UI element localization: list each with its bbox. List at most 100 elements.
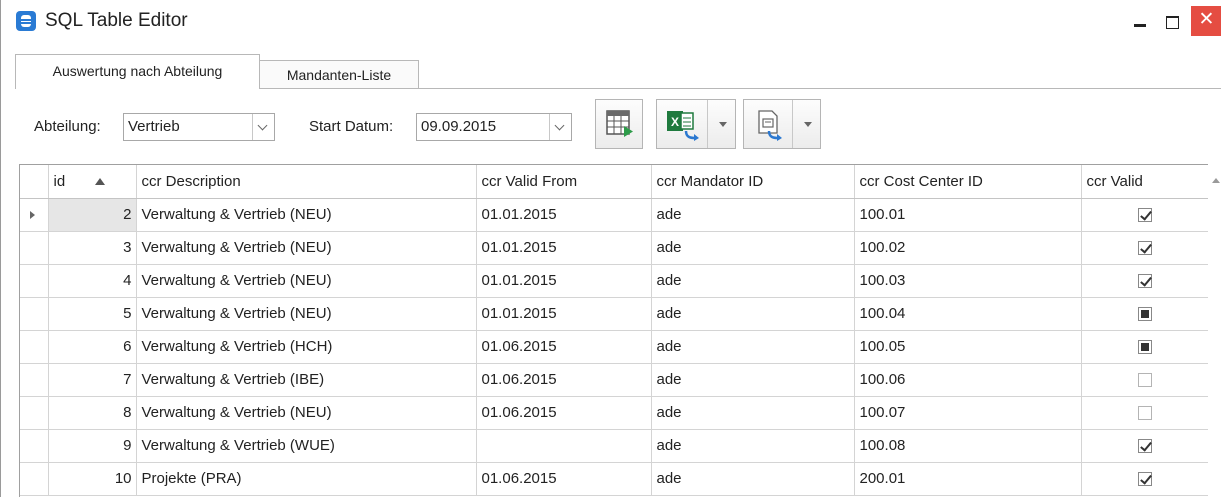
cell-ccr-description[interactable]: Verwaltung & Vertrieb (IBE) xyxy=(136,363,477,397)
close-button[interactable]: ✕ xyxy=(1191,6,1221,36)
cell-id[interactable]: 9 xyxy=(48,429,137,463)
cell-ccr-mandator-id[interactable]: ade xyxy=(651,198,855,232)
minimize-button[interactable] xyxy=(1122,10,1158,34)
table-row[interactable]: 8 Verwaltung & Vertrieb (NEU) 01.06.2015 ad… xyxy=(20,396,1210,430)
cell-ccr-description[interactable]: Projekte (PRA) xyxy=(136,462,477,496)
column-header-ccr-description[interactable]: ccr Description xyxy=(136,165,477,199)
cell-ccr-valid-from[interactable]: 01.01.2015 xyxy=(476,297,652,331)
excel-export-dropdown[interactable] xyxy=(707,100,735,148)
cell-id[interactable]: 3 xyxy=(48,231,137,265)
cell-ccr-description[interactable]: Verwaltung & Vertrieb (NEU) xyxy=(136,231,477,265)
excel-export-button[interactable]: X xyxy=(656,99,736,149)
valid-checkbox[interactable] xyxy=(1138,241,1152,256)
vertical-scrollbar[interactable] xyxy=(1208,164,1221,497)
cell-ccr-valid[interactable] xyxy=(1081,462,1210,496)
cell-id[interactable]: 2 xyxy=(48,198,137,232)
document-export-dropdown[interactable] xyxy=(792,100,820,148)
cell-ccr-mandator-id[interactable]: ade xyxy=(651,330,855,364)
table-row[interactable]: 9 Verwaltung & Vertrieb (WUE) ade 100.08 xyxy=(20,429,1210,463)
cell-id[interactable]: 8 xyxy=(48,396,137,430)
cell-ccr-valid-from[interactable]: 01.06.2015 xyxy=(476,330,652,364)
cell-ccr-valid-from[interactable]: 01.06.2015 xyxy=(476,363,652,397)
valid-checkbox[interactable] xyxy=(1138,274,1152,289)
row-indicator[interactable] xyxy=(20,330,49,364)
cell-ccr-mandator-id[interactable]: ade xyxy=(651,429,855,463)
run-query-button[interactable] xyxy=(595,99,643,149)
cell-ccr-cost-center-id[interactable]: 100.01 xyxy=(854,198,1082,232)
cell-ccr-cost-center-id[interactable]: 100.03 xyxy=(854,264,1082,298)
row-indicator[interactable] xyxy=(20,198,49,232)
valid-checkbox[interactable] xyxy=(1138,406,1152,421)
valid-checkbox[interactable] xyxy=(1138,472,1152,487)
table-row[interactable]: 6 Verwaltung & Vertrieb (HCH) 01.06.2015 ad… xyxy=(20,330,1210,364)
cell-ccr-valid[interactable] xyxy=(1081,264,1210,298)
cell-ccr-mandator-id[interactable]: ade xyxy=(651,396,855,430)
row-indicator[interactable] xyxy=(20,396,49,430)
column-header-id[interactable]: id xyxy=(48,165,137,199)
cell-id[interactable]: 6 xyxy=(48,330,137,364)
cell-ccr-valid-from[interactable] xyxy=(476,429,652,463)
title-bar[interactable]: SQL Table Editor ✕ xyxy=(1,0,1221,42)
cell-ccr-description[interactable]: Verwaltung & Vertrieb (NEU) xyxy=(136,396,477,430)
valid-checkbox[interactable] xyxy=(1138,439,1152,454)
cell-ccr-description[interactable]: Verwaltung & Vertrieb (WUE) xyxy=(136,429,477,463)
start-date-picker[interactable]: 09.09.2015 xyxy=(416,113,572,141)
cell-ccr-cost-center-id[interactable]: 200.01 xyxy=(854,462,1082,496)
cell-ccr-description[interactable]: Verwaltung & Vertrieb (HCH) xyxy=(136,330,477,364)
cell-ccr-valid[interactable] xyxy=(1081,363,1210,397)
tab-auswertung-nach-abteilung[interactable]: Auswertung nach Abteilung xyxy=(15,54,260,89)
cell-ccr-cost-center-id[interactable]: 100.05 xyxy=(854,330,1082,364)
cell-ccr-valid-from[interactable]: 01.01.2015 xyxy=(476,198,652,232)
cell-ccr-valid[interactable] xyxy=(1081,198,1210,232)
valid-checkbox[interactable] xyxy=(1138,340,1152,355)
cell-ccr-cost-center-id[interactable]: 100.02 xyxy=(854,231,1082,265)
cell-ccr-valid[interactable] xyxy=(1081,231,1210,265)
cell-ccr-mandator-id[interactable]: ade xyxy=(651,363,855,397)
row-indicator[interactable] xyxy=(20,297,49,331)
column-header-ccr-valid-from[interactable]: ccr Valid From xyxy=(476,165,652,199)
department-select[interactable]: Vertrieb xyxy=(123,113,275,141)
table-row[interactable]: 10 Projekte (PRA) 01.06.2015 ade 200.01 xyxy=(20,462,1210,496)
table-row[interactable]: 2 Verwaltung & Vertrieb (NEU) 01.01.2015 ad… xyxy=(20,198,1210,232)
column-header-ccr-mandator-id[interactable]: ccr Mandator ID xyxy=(651,165,855,199)
table-row[interactable]: 4 Verwaltung & Vertrieb (NEU) 01.01.2015 ad… xyxy=(20,264,1210,298)
cell-ccr-valid-from[interactable]: 01.01.2015 xyxy=(476,264,652,298)
cell-ccr-cost-center-id[interactable]: 100.08 xyxy=(854,429,1082,463)
cell-ccr-mandator-id[interactable]: ade xyxy=(651,462,855,496)
row-indicator[interactable] xyxy=(20,429,49,463)
row-indicator[interactable] xyxy=(20,462,49,496)
cell-id[interactable]: 10 xyxy=(48,462,137,496)
cell-ccr-valid[interactable] xyxy=(1081,396,1210,430)
cell-ccr-mandator-id[interactable]: ade xyxy=(651,264,855,298)
cell-ccr-valid-from[interactable]: 01.01.2015 xyxy=(476,231,652,265)
table-row[interactable]: 7 Verwaltung & Vertrieb (IBE) 01.06.2015 ad… xyxy=(20,363,1210,397)
table-row[interactable]: 3 Verwaltung & Vertrieb (NEU) 01.01.2015 ad… xyxy=(20,231,1210,265)
cell-ccr-mandator-id[interactable]: ade xyxy=(651,297,855,331)
valid-checkbox[interactable] xyxy=(1138,307,1152,322)
cell-ccr-description[interactable]: Verwaltung & Vertrieb (NEU) xyxy=(136,297,477,331)
cell-ccr-valid-from[interactable]: 01.06.2015 xyxy=(476,396,652,430)
valid-checkbox[interactable] xyxy=(1138,373,1152,388)
cell-ccr-description[interactable]: Verwaltung & Vertrieb (NEU) xyxy=(136,264,477,298)
cell-ccr-valid[interactable] xyxy=(1081,429,1210,463)
cell-id[interactable]: 4 xyxy=(48,264,137,298)
cell-ccr-valid[interactable] xyxy=(1081,297,1210,331)
cell-id[interactable]: 5 xyxy=(48,297,137,331)
document-export-button[interactable] xyxy=(743,99,821,149)
cell-ccr-cost-center-id[interactable]: 100.06 xyxy=(854,363,1082,397)
cell-ccr-cost-center-id[interactable]: 100.07 xyxy=(854,396,1082,430)
cell-ccr-valid[interactable] xyxy=(1081,330,1210,364)
table-row[interactable]: 5 Verwaltung & Vertrieb (NEU) 01.01.2015 ad… xyxy=(20,297,1210,331)
column-header-ccr-cost-center-id[interactable]: ccr Cost Center ID xyxy=(854,165,1082,199)
cell-ccr-valid-from[interactable]: 01.06.2015 xyxy=(476,462,652,496)
row-indicator[interactable] xyxy=(20,231,49,265)
cell-id[interactable]: 7 xyxy=(48,363,137,397)
maximize-button[interactable] xyxy=(1154,10,1190,34)
cell-ccr-cost-center-id[interactable]: 100.04 xyxy=(854,297,1082,331)
tab-mandanten-liste[interactable]: Mandanten-Liste xyxy=(259,60,419,89)
chevron-down-icon[interactable] xyxy=(252,114,274,140)
chevron-down-icon[interactable] xyxy=(549,114,571,140)
valid-checkbox[interactable] xyxy=(1138,208,1152,223)
column-header-ccr-valid[interactable]: ccr Valid xyxy=(1081,165,1210,199)
cell-ccr-mandator-id[interactable]: ade xyxy=(651,231,855,265)
